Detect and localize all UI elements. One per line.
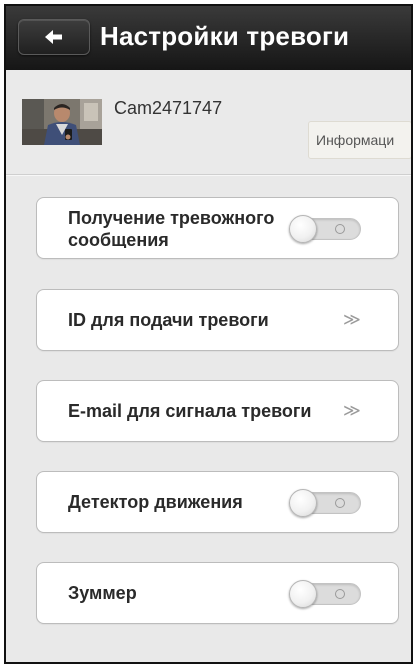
alarm-email-label: E-mail для сигнала тревоги <box>68 401 312 421</box>
alarm-message-label: Получение тревожного сообщения <box>68 208 275 248</box>
double-chevron-right-icon: ≫ <box>343 401 361 420</box>
buzzer-toggle[interactable] <box>289 580 361 608</box>
motion-detector-row[interactable]: Детектор движения <box>36 471 399 533</box>
buzzer-row[interactable]: Зуммер <box>36 562 399 624</box>
toggle-knob <box>289 489 317 517</box>
app-frame: Настройки тревоги Cam2471747 Информаци П… <box>4 4 413 664</box>
buzzer-label: Зуммер <box>68 583 137 603</box>
alarm-id-label: ID для подачи тревоги <box>68 310 269 330</box>
toggle-knob <box>289 215 317 243</box>
toggle-off-indicator <box>335 589 345 599</box>
alarm-id-row[interactable]: ID для подачи тревоги ≫ <box>36 289 399 351</box>
motion-detector-toggle[interactable] <box>289 489 361 517</box>
alarm-message-row[interactable]: Получение тревожного сообщения <box>36 197 399 259</box>
back-button[interactable] <box>18 19 90 55</box>
info-button[interactable]: Информаци <box>308 121 411 159</box>
title-bar: Настройки тревоги <box>6 6 411 71</box>
alarm-message-toggle[interactable] <box>289 215 361 243</box>
toggle-off-indicator <box>335 224 345 234</box>
toggle-off-indicator <box>335 498 345 508</box>
motion-detector-label: Детектор движения <box>68 492 243 512</box>
back-arrow-icon <box>42 28 66 46</box>
camera-name: Cam2471747 <box>114 98 223 118</box>
double-chevron-right-icon: ≫ <box>343 310 361 329</box>
device-panel: Cam2471747 Информаци <box>6 70 411 175</box>
alarm-email-row[interactable]: E-mail для сигнала тревоги ≫ <box>36 380 399 442</box>
camera-thumbnail[interactable] <box>22 99 102 145</box>
toggle-knob <box>289 580 317 608</box>
page-title: Настройки тревоги <box>100 21 350 51</box>
